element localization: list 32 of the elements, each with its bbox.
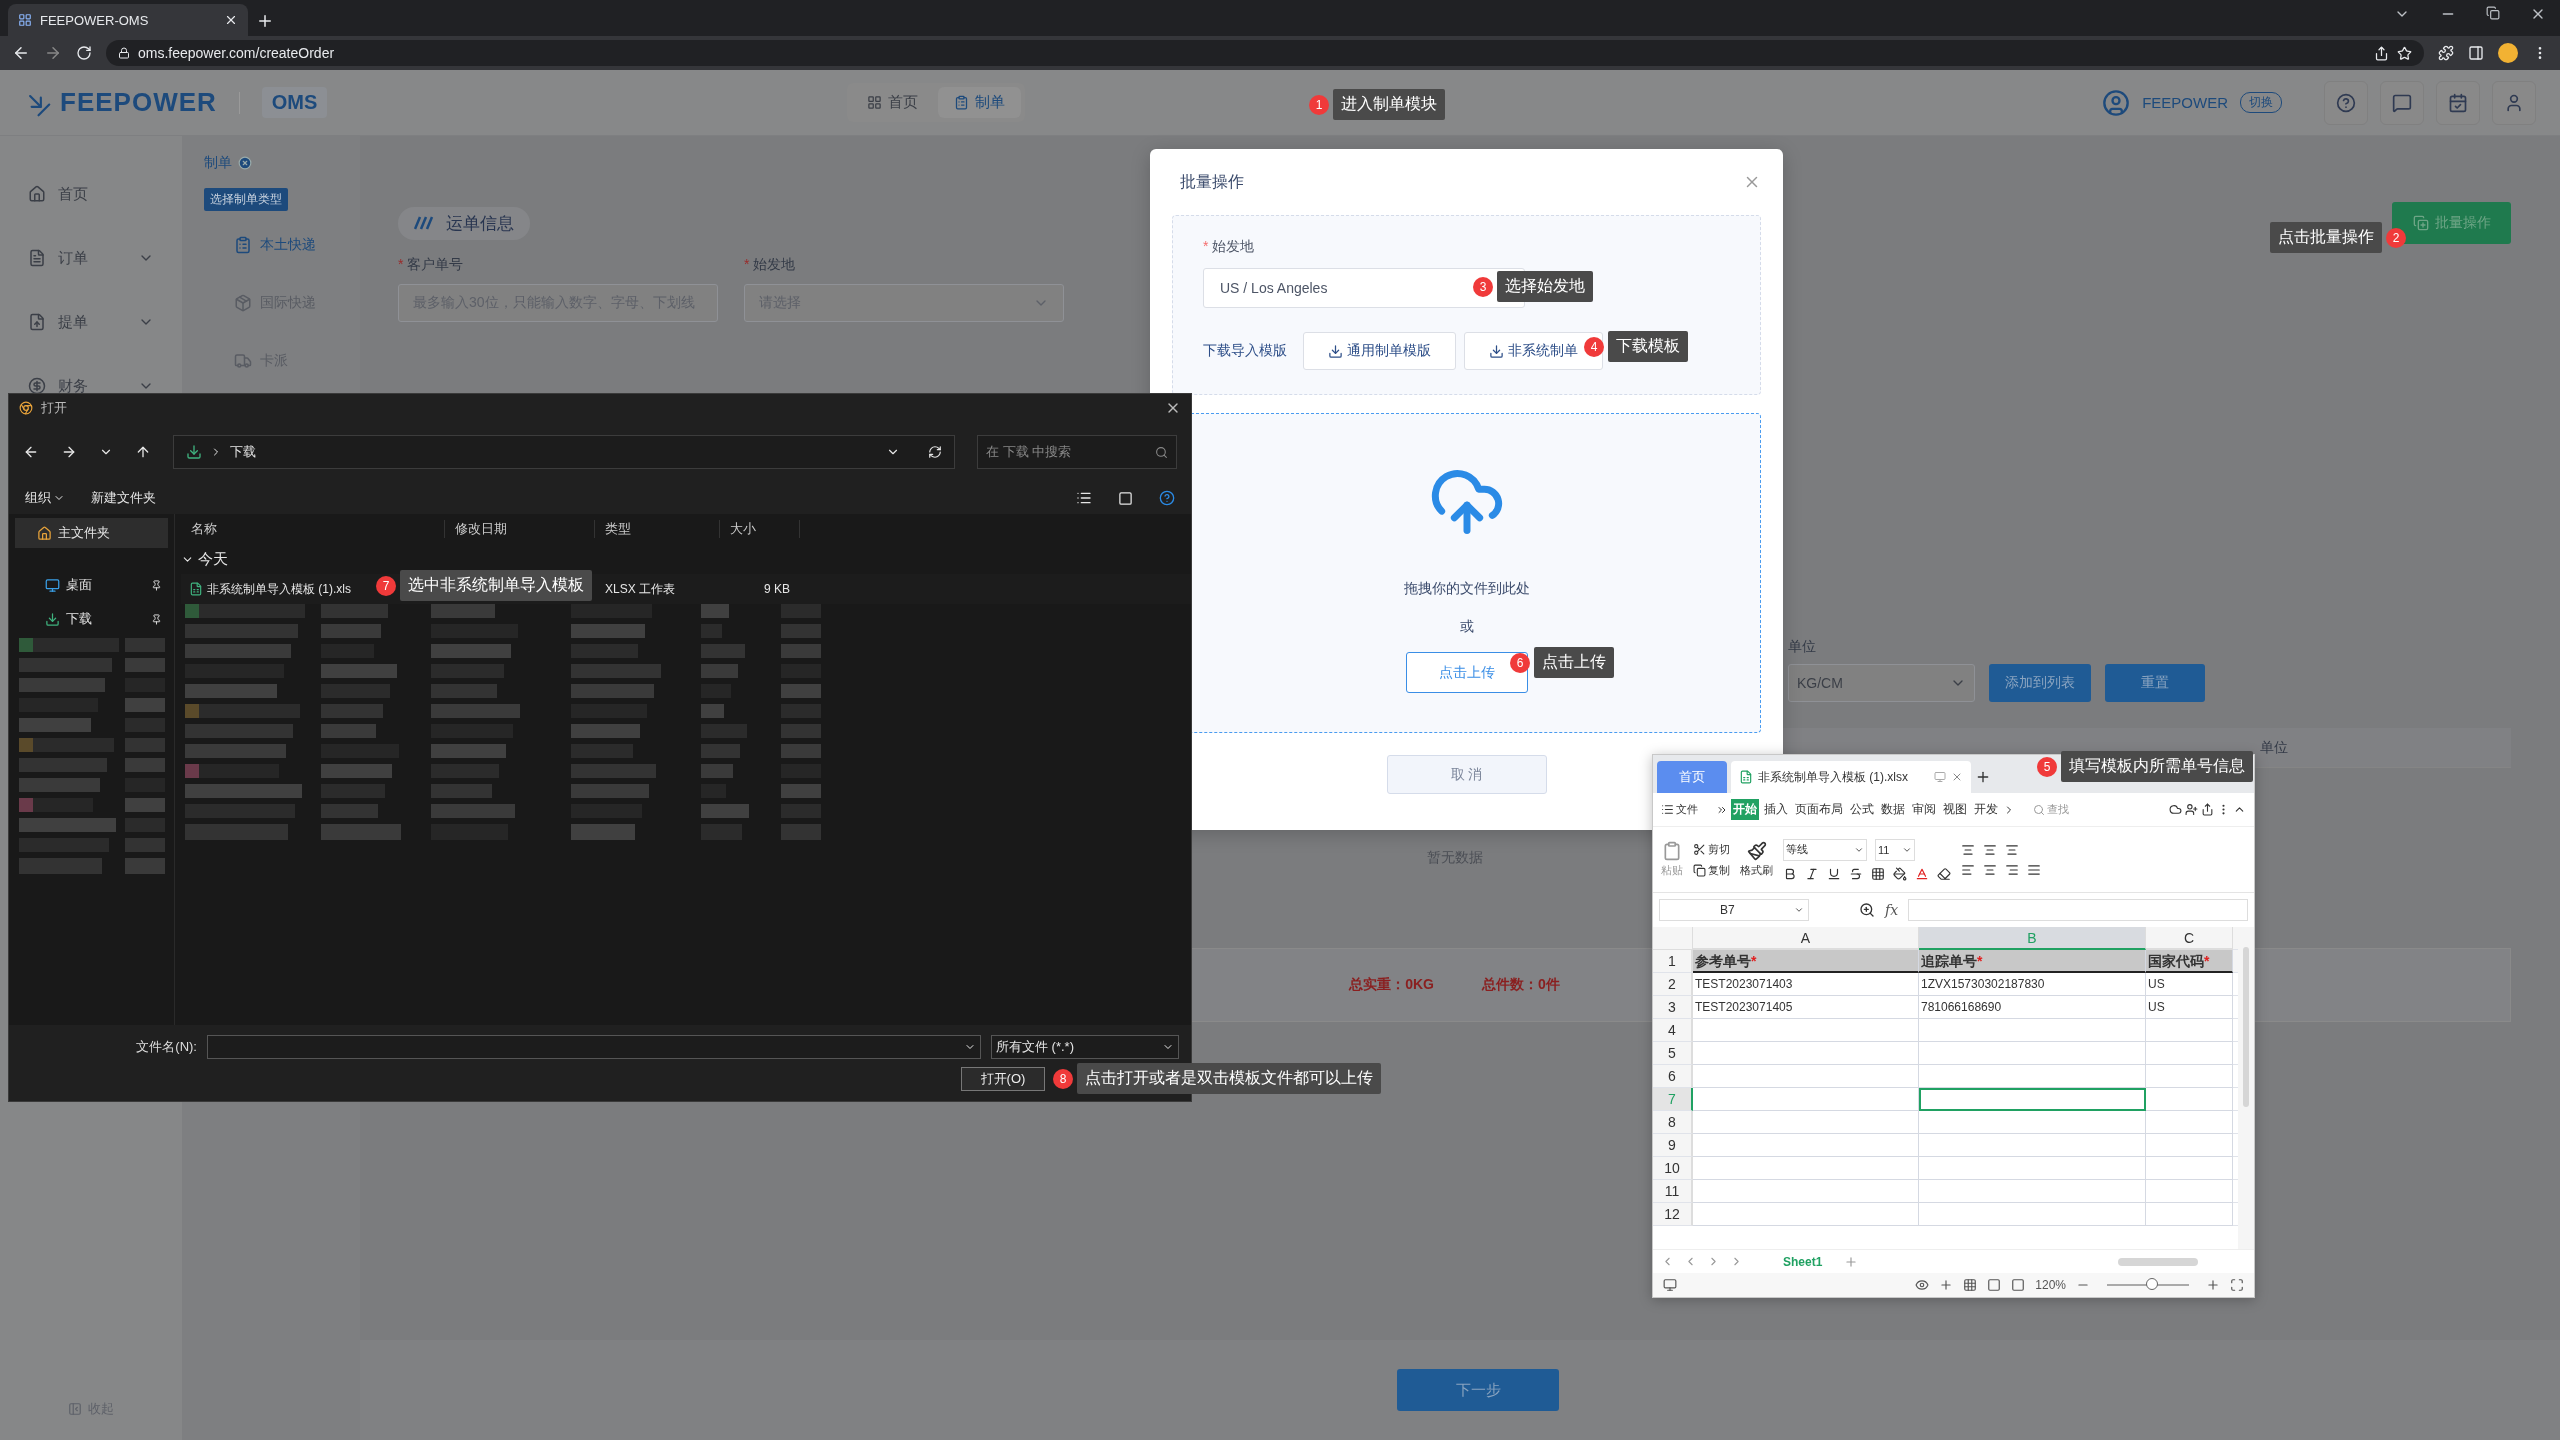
step-callout: 进入制单模块	[1333, 89, 1445, 120]
step-callout: 点击上传	[1534, 647, 1614, 678]
or-text: 或	[1459, 618, 1474, 636]
step-badge: 2	[2386, 227, 2406, 248]
column-header: 单位	[2260, 738, 2288, 757]
dialog-title: 批量操作	[1180, 171, 1244, 192]
step-callout: 下载模板	[1608, 331, 1688, 362]
step-callout: 点击打开或者是双击模板文件都可以上传	[1077, 1063, 1381, 1094]
account-name: FEEPOWER	[2142, 94, 2228, 111]
section-tag: 选择制单类型	[204, 188, 288, 211]
required-mark: *	[744, 256, 750, 274]
function-label: fx	[1885, 902, 1899, 918]
required-mark: *	[1203, 238, 1209, 256]
field-label: 始发地	[1212, 238, 1255, 256]
drop-hint: 拖拽你的文件到此处	[1403, 580, 1530, 598]
field-label: 始发地	[753, 256, 796, 274]
step-callout: 选中非系统制单导入模板	[400, 570, 592, 601]
total-text: 总件数：0件	[1482, 976, 1560, 994]
field-label: 客户单号	[407, 256, 464, 274]
section-title: 运单信息	[446, 212, 514, 235]
product-name: OMS	[261, 87, 328, 118]
step-callout: 选择始发地	[1497, 271, 1593, 302]
required-mark: *	[398, 256, 404, 274]
field-label: 单位	[1788, 638, 1816, 656]
logo-text: FEEPOWER	[60, 87, 217, 118]
filename-label: 文件名(N):	[136, 1038, 197, 1056]
step-callout: 点击批量操作	[2270, 222, 2382, 253]
dialog-title: 打开	[41, 399, 67, 417]
template-label: 下载导入模版	[1203, 342, 1287, 360]
total-text: 总实重：0KG	[1349, 976, 1434, 994]
step-callout: 填写模板内所需单号信息	[2061, 751, 2253, 782]
group-header: 今天	[198, 549, 228, 569]
